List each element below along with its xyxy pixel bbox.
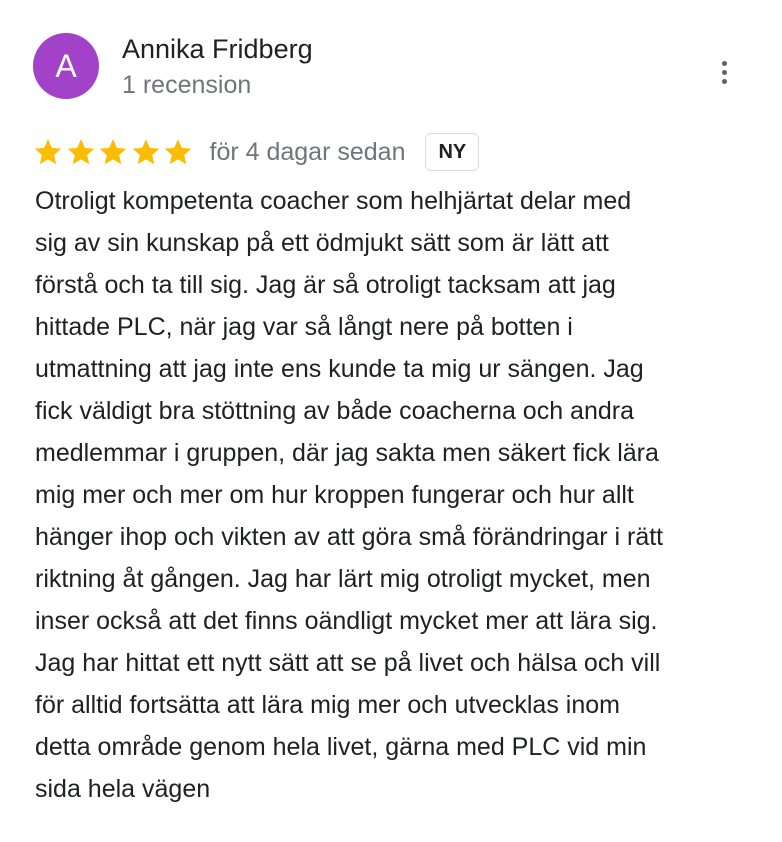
more-vert-icon — [721, 60, 727, 66]
review-line: riktning åt gången. Jag har lärt mig otr… — [35, 565, 651, 593]
star-rating — [33, 137, 196, 167]
review-line: för alltid fortsätta att lära mig mer oc… — [35, 691, 620, 719]
star-icon — [132, 139, 159, 165]
more-options-button[interactable] — [704, 52, 744, 92]
review-line: hittade PLC, när jag var så långt nere p… — [35, 313, 573, 341]
review-line: fick väldigt bra stöttning av både coach… — [35, 397, 634, 425]
more-vert-icon-dot — [721, 69, 727, 75]
author-name[interactable]: Annika Fridberg — [122, 34, 313, 65]
review-line: mig mer och mer om hur kroppen fungerar … — [35, 481, 634, 509]
review-line: medlemmar i gruppen, där jag sakta men s… — [35, 439, 659, 467]
review-line: Otroligt kompetenta coacher som helhjärt… — [35, 187, 632, 215]
review-line: sida hela vägen — [35, 775, 211, 803]
review-line: detta område genom hela livet, gärna med… — [35, 733, 647, 761]
rating-row: för 4 dagar sedan NY — [33, 132, 480, 172]
review-card: A Annika Fridberg 1 recension för 4 daga… — [0, 0, 782, 842]
avatar[interactable]: A — [33, 33, 99, 99]
star-icon — [34, 139, 62, 165]
new-badge: NY — [425, 133, 480, 171]
review-text: Otroligt kompetenta coacher som helhjärt… — [35, 180, 755, 810]
avatar-initial: A — [55, 47, 77, 84]
more-vert-icon-dot — [721, 78, 727, 84]
review-date: för 4 dagar sedan — [209, 137, 406, 166]
review-line: sig av sin kunskap på ett ödmjukt sätt s… — [35, 229, 609, 257]
review-line: Jag har hittat ett nytt sätt att se på l… — [35, 649, 661, 677]
star-icon — [99, 139, 127, 165]
review-line: inser också att det finns oändligt mycke… — [35, 607, 658, 635]
star-icon — [67, 139, 94, 165]
review-line: hänger ihop och vikten av att göra små f… — [35, 523, 664, 551]
author-review-count[interactable]: 1 recension — [122, 71, 251, 100]
star-icon — [164, 139, 192, 165]
review-line: utmattning att jag inte ens kunde ta mig… — [35, 355, 644, 383]
review-line: förstå och ta till sig. Jag är så otroli… — [35, 271, 616, 299]
